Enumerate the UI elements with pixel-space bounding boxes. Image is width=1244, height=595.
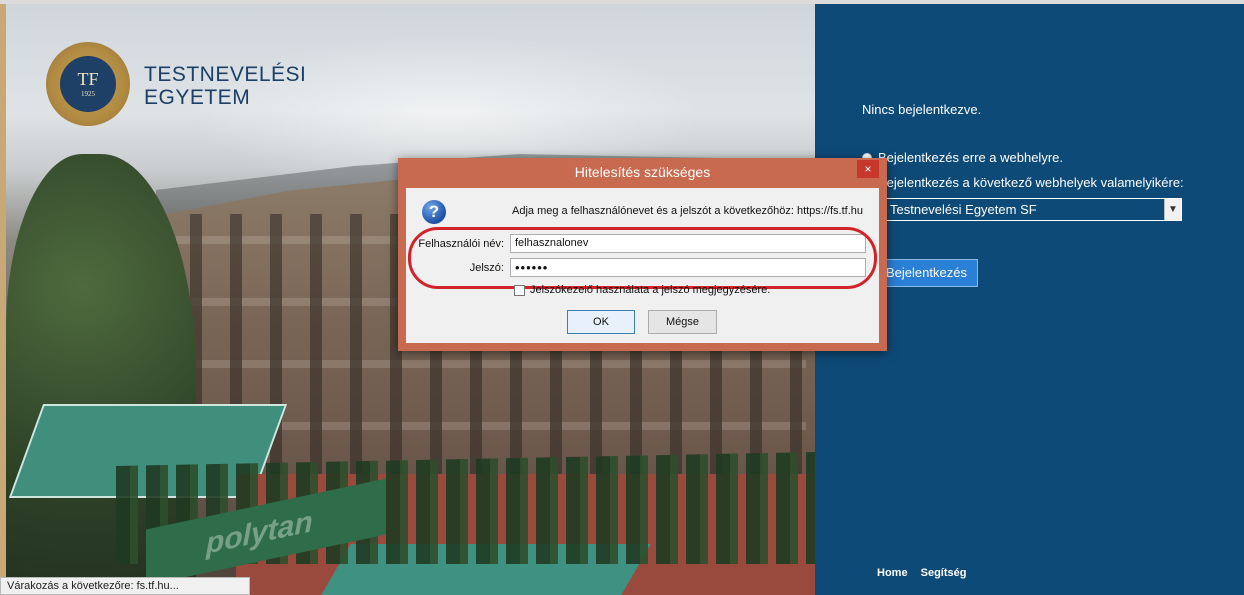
logo-year: 1925 (81, 90, 95, 98)
radio-other-sites[interactable]: Bejelentkezés a következő webhelyek vala… (862, 175, 1184, 190)
remember-password-option[interactable]: Jelszókezelő használata a jelszó megjegy… (514, 284, 770, 296)
footer-links: Home Segítség (877, 567, 976, 579)
dialog-title: Hitelesítés szükséges (574, 164, 711, 180)
dialog-prompt: Adja meg a felhasználónevet és a jelszót… (512, 205, 863, 217)
logo-letters: TF (77, 69, 99, 89)
password-label: Jelszó: (469, 262, 504, 274)
radio-this-site[interactable]: Bejelentkezés erre a webhelyre. (862, 150, 1063, 165)
university-name: TESTNEVELÉSI EGYETEM (144, 63, 306, 109)
footer-home-link[interactable]: Home (877, 567, 908, 579)
brand-line-1: TESTNEVELÉSI (144, 63, 307, 86)
close-icon[interactable]: × (857, 160, 879, 178)
browser-status-bar: Várakozás a következőre: fs.tf.hu... (0, 577, 250, 595)
logo-emblem: TF 1925 (60, 56, 116, 112)
site-select-value: Testnevelési Egyetem SF (890, 202, 1037, 217)
question-icon: ? (422, 200, 446, 224)
dialog-body: ? Adja meg a felhasználónevet és a jelsz… (406, 188, 879, 343)
password-field[interactable]: •••••• (510, 258, 866, 277)
remember-label: Jelszókezelő használata a jelszó megjegy… (530, 284, 771, 296)
username-field[interactable]: felhasznalonev (510, 234, 866, 253)
brand-line-2: EGYETEM (144, 86, 251, 109)
radio-this-site-label: Bejelentkezés erre a webhelyre. (878, 150, 1063, 165)
login-button[interactable]: Bejelentkezés (879, 259, 978, 287)
remember-checkbox[interactable] (514, 284, 525, 296)
radio-other-sites-label: Bejelentkezés a következő webhelyek vala… (878, 175, 1184, 190)
ok-button[interactable]: OK (567, 310, 635, 334)
chevron-down-icon[interactable]: ▼ (1164, 199, 1181, 220)
login-status-text: Nincs bejelentkezve. (862, 102, 982, 117)
site-select-dropdown[interactable]: Testnevelési Egyetem SF ▼ (883, 198, 1182, 221)
auth-dialog: Hitelesítés szükséges × ? Adja meg a fel… (398, 158, 887, 351)
university-logo: TF 1925 (46, 42, 130, 126)
username-label: Felhasználói név: (418, 238, 504, 250)
cancel-button[interactable]: Mégse (648, 310, 717, 334)
footer-help-link[interactable]: Segítség (921, 567, 967, 579)
